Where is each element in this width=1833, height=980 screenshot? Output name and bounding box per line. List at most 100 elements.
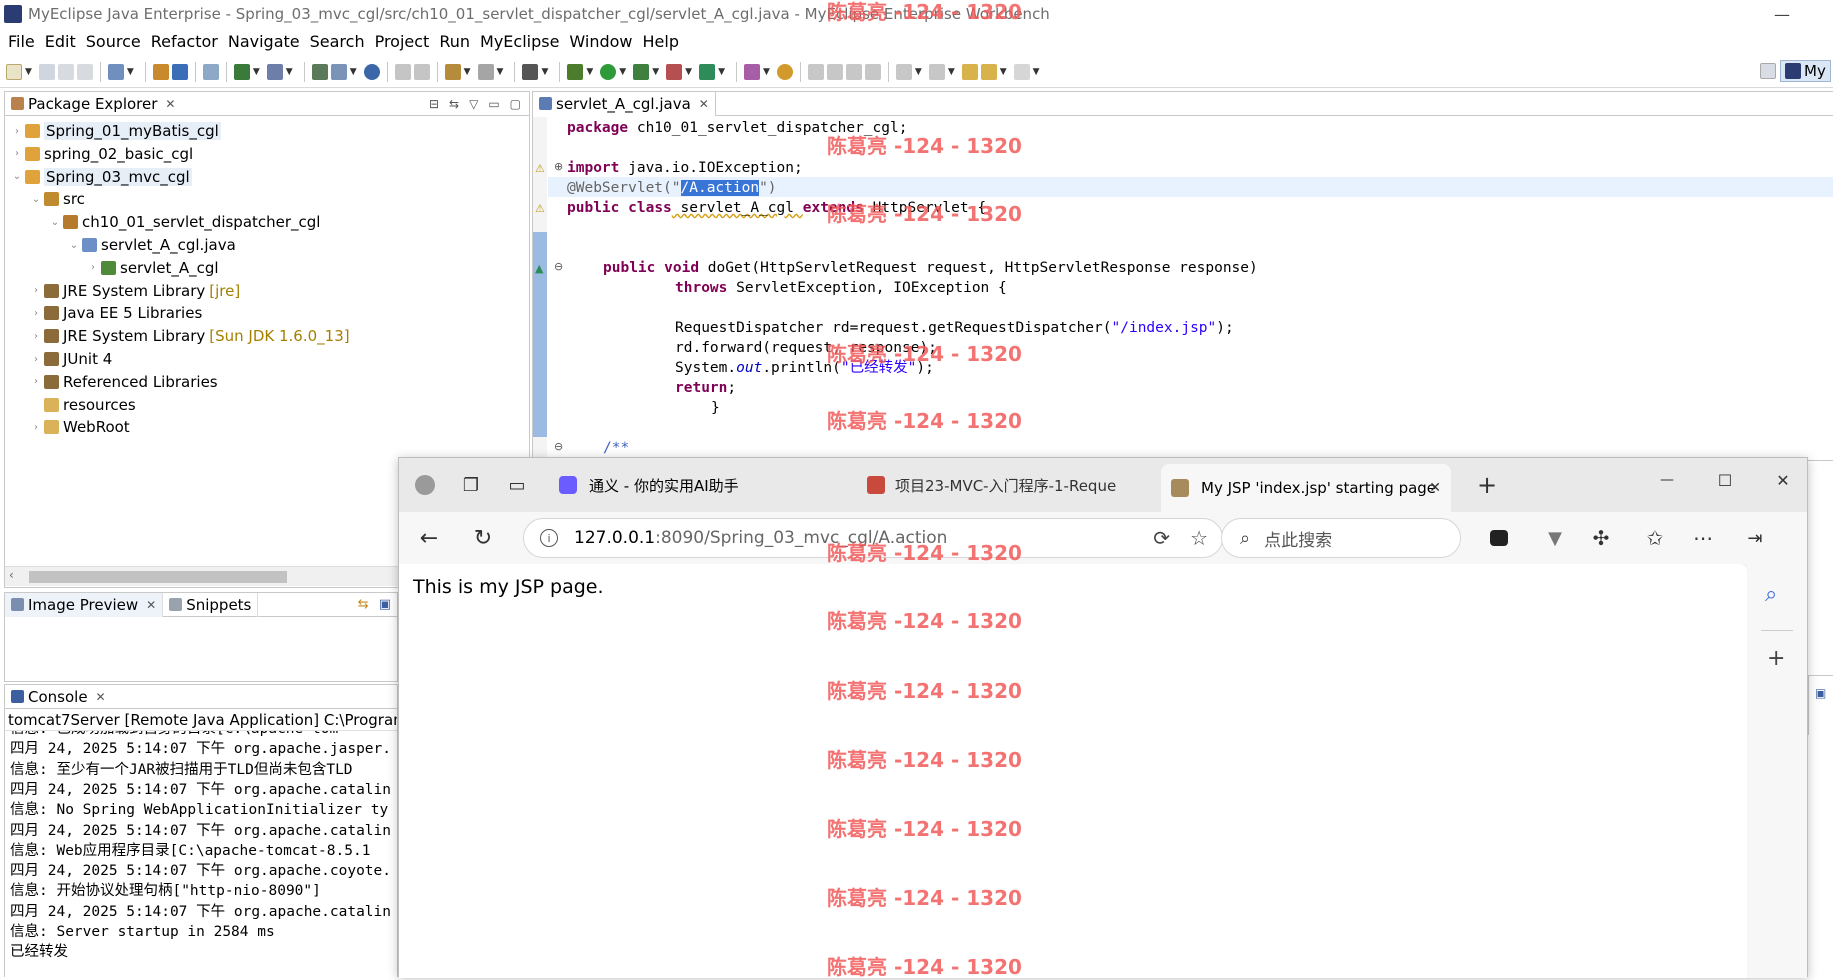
- browser-close-button[interactable]: ✕: [1767, 464, 1799, 496]
- tree-item[interactable]: › spring_02_basic_cgl: [11, 143, 193, 165]
- myeclipse-perspective-button[interactable]: My: [1780, 60, 1831, 82]
- panel-icon[interactable]: ▣: [1815, 686, 1826, 700]
- view-menu-icon[interactable]: ▽: [469, 97, 478, 111]
- code-line-return[interactable]: return;: [675, 378, 736, 398]
- dropdown-arrow-icon[interactable]: ▼: [286, 67, 293, 77]
- browser-tab-project23[interactable]: 项目23-MVC-入门程序-1-Request ✕: [867, 466, 1197, 504]
- dropdown-arrow-icon[interactable]: ▼: [497, 67, 504, 77]
- back-icon[interactable]: ←: [413, 522, 445, 554]
- expand-arrow-icon[interactable]: ›: [30, 422, 42, 433]
- sidebar-search-icon[interactable]: ⌕: [1765, 582, 1777, 607]
- monitor-icon[interactable]: [522, 63, 539, 80]
- dropdown-arrow-icon[interactable]: ▼: [915, 67, 922, 77]
- block-select-icon[interactable]: [845, 63, 862, 80]
- tab-console[interactable]: Console ✕: [5, 685, 112, 709]
- menu-file[interactable]: File: [8, 32, 35, 51]
- code-line-import[interactable]: import java.io.IOException;: [567, 158, 803, 178]
- menu-search[interactable]: Search: [310, 32, 365, 51]
- favorite-star-icon[interactable]: ☆: [1190, 526, 1208, 550]
- menu-run[interactable]: Run: [439, 32, 470, 51]
- expand-arrow-icon[interactable]: ›: [87, 262, 99, 273]
- dropdown-arrow-icon[interactable]: ▼: [619, 67, 626, 77]
- next-annotation-icon[interactable]: [895, 63, 912, 80]
- save-icon[interactable]: [38, 63, 55, 80]
- sidebar-toggle-icon[interactable]: ⇥: [1739, 522, 1771, 554]
- expand-arrow-icon[interactable]: ›: [11, 148, 23, 159]
- close-icon[interactable]: ✕: [96, 690, 106, 704]
- last-edit-icon[interactable]: [961, 63, 978, 80]
- new-class-icon[interactable]: [330, 63, 347, 80]
- image-icon[interactable]: ▣: [379, 597, 391, 612]
- collapse-arrow-icon[interactable]: ⌄: [30, 194, 42, 205]
- prev-annotation-icon[interactable]: [807, 63, 824, 80]
- browser-tab-index-jsp[interactable]: My JSP 'index.jsp' starting page ✕: [1161, 464, 1451, 512]
- globe-icon[interactable]: [363, 63, 380, 80]
- dropdown-arrow-icon[interactable]: ▼: [541, 67, 548, 77]
- forward-icon[interactable]: [1013, 63, 1030, 80]
- extension-icon[interactable]: [1483, 522, 1515, 554]
- dropdown-arrow-icon[interactable]: ▼: [718, 67, 725, 77]
- menu-source[interactable]: Source: [86, 32, 141, 51]
- run-icon[interactable]: [600, 63, 617, 80]
- code-line-dispatcher[interactable]: RequestDispatcher rd=request.getRequestD…: [675, 318, 1234, 338]
- browser-maximize-button[interactable]: ☐: [1709, 464, 1741, 496]
- tab-package-explorer[interactable]: Package Explorer ✕: [5, 92, 181, 116]
- mark-icon[interactable]: [413, 63, 430, 80]
- task-icon[interactable]: [444, 63, 461, 80]
- servers-icon[interactable]: [266, 63, 283, 80]
- tree-item[interactable]: › JRE System Library [Sun JDK 1.6.0_13]: [30, 325, 350, 347]
- minimize-view-icon[interactable]: ▭: [488, 97, 499, 111]
- close-icon[interactable]: ✕: [699, 97, 709, 111]
- save-all-icon[interactable]: [57, 63, 74, 80]
- tab-image-preview[interactable]: Image Preview ✕: [5, 592, 164, 617]
- run-external-icon[interactable]: [633, 63, 650, 80]
- expand-fold-icon[interactable]: ⊕: [554, 160, 563, 173]
- profile-icon[interactable]: [699, 63, 716, 80]
- close-tab-icon[interactable]: ✕: [1429, 480, 1441, 496]
- dropdown-arrow-icon[interactable]: ▼: [763, 67, 770, 77]
- collapse-all-icon[interactable]: ⊟: [429, 97, 439, 111]
- tree-item[interactable]: › Referenced Libraries: [30, 371, 218, 393]
- dropdown-arrow-icon[interactable]: ▼: [350, 67, 357, 77]
- minimize-button[interactable]: —: [1760, 0, 1804, 28]
- menu-edit[interactable]: Edit: [45, 32, 76, 51]
- collapse-fold-icon[interactable]: ⊖: [554, 440, 563, 453]
- browser-tab-tongyi[interactable]: 通义 - 你的实用AI助手 ✕: [559, 466, 889, 504]
- tree-item[interactable]: resources: [30, 394, 136, 416]
- favorites-icon[interactable]: ✩: [1639, 522, 1671, 554]
- expand-arrow-icon[interactable]: ›: [30, 331, 42, 342]
- menu-project[interactable]: Project: [375, 32, 430, 51]
- scrollbar-thumb[interactable]: [29, 571, 287, 583]
- menu-myeclipse[interactable]: MyEclipse: [480, 32, 559, 51]
- tree-item[interactable]: ⌄ Spring_03_mvc_cgl: [11, 166, 192, 188]
- scroll-left-icon[interactable]: ‹: [9, 568, 14, 582]
- code-line-throws[interactable]: throws ServletException, IOException {: [675, 278, 1007, 298]
- vertical-tabs-icon[interactable]: ▭: [501, 469, 533, 501]
- close-icon[interactable]: ✕: [165, 97, 175, 111]
- expand-arrow-icon[interactable]: ›: [30, 308, 42, 319]
- debug-icon[interactable]: [567, 63, 584, 80]
- search-box[interactable]: ⌕ 点此搜索: [1221, 518, 1461, 558]
- collapse-fold-icon[interactable]: ⊖: [554, 260, 563, 273]
- pin-icon[interactable]: [826, 63, 843, 80]
- menu-navigate[interactable]: Navigate: [228, 32, 300, 51]
- menu-help[interactable]: Help: [643, 32, 679, 51]
- dropdown-arrow-icon[interactable]: ▼: [685, 67, 692, 77]
- open-type-icon[interactable]: [152, 63, 169, 80]
- dropdown-arrow-icon[interactable]: ▼: [127, 67, 134, 77]
- tree-item[interactable]: ⌄ src: [30, 188, 85, 210]
- close-icon[interactable]: ✕: [146, 598, 156, 612]
- dropdown-arrow-icon[interactable]: ▼: [1033, 67, 1040, 77]
- collapse-arrow-icon[interactable]: ⌄: [68, 240, 80, 251]
- code-line-comment[interactable]: /**: [603, 438, 629, 458]
- tool-icon[interactable]: [477, 63, 494, 80]
- dropdown-arrow-icon[interactable]: ▼: [1000, 67, 1007, 77]
- tree-item[interactable]: › Java EE 5 Libraries: [30, 302, 202, 324]
- read-aloud-icon[interactable]: ⟳: [1153, 526, 1170, 550]
- new-icon[interactable]: [6, 63, 22, 80]
- maximize-view-icon[interactable]: ▢: [510, 97, 521, 111]
- dropdown-arrow-icon[interactable]: ▼: [25, 67, 32, 77]
- open-resource-icon[interactable]: [171, 63, 188, 80]
- extensions-puzzle-icon[interactable]: ✣: [1585, 522, 1617, 554]
- refresh-icon[interactable]: ↻: [467, 522, 499, 554]
